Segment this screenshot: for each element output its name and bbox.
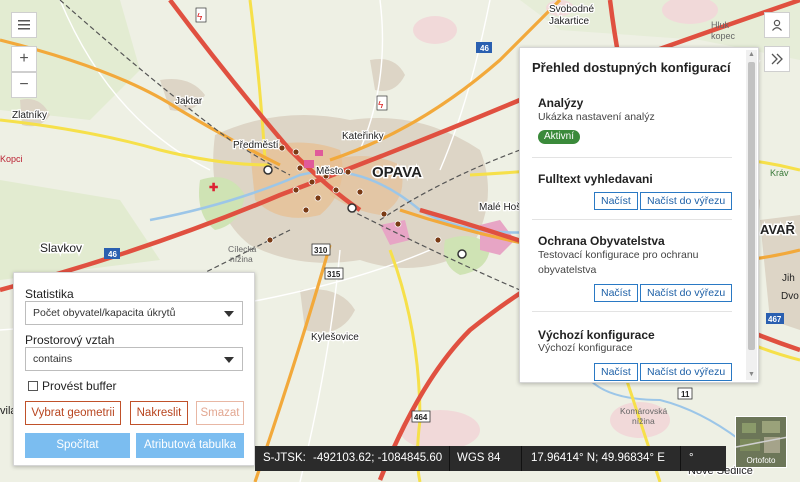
label-male-hoste: Malé Hoš bbox=[479, 202, 521, 213]
configuration-panel-title: Přehled dostupných konfigurací bbox=[532, 60, 731, 75]
collapse-panel-button[interactable] bbox=[764, 46, 790, 72]
route-464-label: 464 bbox=[414, 413, 428, 422]
prostorovy-vztah-select[interactable]: contains bbox=[25, 347, 243, 371]
sjtsk-label: S-JTSK: bbox=[263, 452, 306, 464]
zoom-in-button[interactable]: + bbox=[11, 46, 37, 72]
chevron-down-icon bbox=[224, 311, 234, 317]
route-11-label: 11 bbox=[681, 390, 690, 399]
label-kylesovice: Kylešovice bbox=[311, 332, 359, 343]
config-item-fulltext[interactable]: Fulltext vyhledavani Načíst Načíst do vý… bbox=[532, 166, 733, 220]
wgs84-label[interactable]: WGS 84 bbox=[457, 446, 500, 471]
label-jaktar: Jaktar bbox=[175, 96, 203, 107]
user-icon bbox=[772, 19, 782, 31]
configuration-list[interactable]: Analýzy Ukázka nastavení analýz Aktivní … bbox=[520, 86, 745, 382]
config-item-title: Ochrana Obyvatelstva bbox=[538, 234, 665, 248]
route-46-label: 46 bbox=[480, 44, 489, 53]
route-46b-label: 46 bbox=[108, 250, 117, 259]
scroll-up-arrow-icon[interactable]: ▲ bbox=[746, 50, 757, 60]
load-extent-button[interactable]: Načíst do výřezu bbox=[640, 192, 733, 210]
route-467-label: 467 bbox=[768, 315, 782, 324]
svg-text:✚: ✚ bbox=[209, 182, 218, 194]
label-zlatniky: Zlatníky bbox=[12, 110, 47, 121]
label-avar: AVAŘ bbox=[760, 222, 796, 237]
active-badge: Aktivní bbox=[538, 130, 581, 144]
hamburger-icon bbox=[18, 20, 30, 30]
coordinate-format-degree[interactable]: ° bbox=[689, 446, 694, 471]
label-mesto: Město bbox=[316, 166, 344, 177]
svg-text:ϟ: ϟ bbox=[197, 12, 203, 23]
analysis-panel: Statistika Počet obyvatel/kapacita úkryt… bbox=[13, 272, 255, 466]
label-cilecka: Cílecká bbox=[228, 244, 257, 254]
label-slavkov: Slavkov bbox=[40, 241, 82, 255]
load-extent-button[interactable]: Načíst do výřezu bbox=[640, 363, 733, 381]
label-jakartice: Jakartice bbox=[549, 16, 589, 27]
draw-button[interactable]: Nakreslit bbox=[130, 401, 188, 425]
prostorovy-vztah-value: contains bbox=[33, 353, 73, 365]
scrollbar-thumb[interactable] bbox=[748, 62, 755, 350]
config-item-vychozi[interactable]: Výchozí konfigurace Výchozí konfigurace … bbox=[532, 320, 733, 382]
config-item-analyzy[interactable]: Analýzy Ukázka nastavení analýz Aktivní bbox=[532, 86, 732, 158]
config-item-title: Výchozí konfigurace bbox=[538, 328, 655, 342]
prostorovy-vztah-label: Prostorový vztah bbox=[25, 333, 115, 347]
label-kopec: kopec bbox=[711, 31, 736, 41]
label-hluk: Hluk bbox=[711, 20, 730, 30]
label-svobodna: Svobodné bbox=[549, 4, 594, 15]
ortofoto-label: Ortofoto bbox=[746, 456, 776, 465]
label-jih: Jih bbox=[782, 273, 795, 284]
load-button[interactable]: Načíst bbox=[594, 192, 638, 210]
zoom-out-button[interactable]: − bbox=[11, 72, 37, 98]
config-item-ochrana[interactable]: Ochrana Obyvatelstva Testovací konfigura… bbox=[532, 228, 733, 312]
buffer-label: Provést buffer bbox=[42, 379, 117, 393]
configuration-scrollbar[interactable]: ▲ ▼ bbox=[746, 50, 757, 380]
basemap-toggle-ortofoto[interactable]: Ortofoto bbox=[735, 416, 787, 468]
label-kopci: Kopci bbox=[0, 154, 23, 164]
buffer-checkbox[interactable] bbox=[28, 381, 38, 391]
select-geometry-button[interactable]: Vybrat geometrii bbox=[25, 401, 121, 425]
compute-button[interactable]: Spočítat bbox=[25, 433, 130, 458]
attribute-table-button[interactable]: Atributová tabulka bbox=[136, 433, 244, 458]
user-button[interactable] bbox=[764, 12, 790, 38]
config-item-description: Ukázka nastavení analýz bbox=[538, 111, 655, 123]
configuration-panel: Přehled dostupných konfigurací Analýzy U… bbox=[519, 47, 759, 383]
city-label-opava: OPAVA bbox=[372, 164, 422, 181]
label-nizina: nížina bbox=[632, 416, 655, 426]
label-nizina-2: nížina bbox=[230, 254, 253, 264]
svg-text:ϟ: ϟ bbox=[378, 100, 384, 111]
label-predmesti: Předměstí bbox=[233, 140, 279, 151]
route-310-label: 310 bbox=[314, 246, 328, 255]
clear-button[interactable]: Smazat bbox=[196, 401, 244, 425]
label-komarovska: Komárovská bbox=[620, 406, 668, 416]
config-item-description: Výchozí konfigurace bbox=[538, 342, 633, 354]
sjtsk-value: -492103.62; -1084845.60 bbox=[313, 452, 443, 464]
coordinates-bar: S-JTSK: -492103.62; -1084845.60 WGS 84 1… bbox=[255, 446, 726, 471]
statistika-label: Statistika bbox=[25, 287, 74, 301]
label-katerinky: Kateřinky bbox=[342, 131, 384, 142]
label-krav: Kráv bbox=[770, 168, 789, 178]
route-315-label: 315 bbox=[327, 270, 341, 279]
wgs84-value: 17.96414° N; 49.96834° E bbox=[531, 452, 665, 464]
config-item-title: Fulltext vyhledavani bbox=[538, 172, 653, 186]
load-button[interactable]: Načíst bbox=[594, 363, 638, 381]
double-chevron-right-icon bbox=[771, 53, 783, 65]
menu-button[interactable] bbox=[11, 12, 37, 38]
label-dvo: Dvo bbox=[781, 291, 799, 302]
config-item-title: Analýzy bbox=[538, 96, 584, 110]
load-extent-button[interactable]: Načíst do výřezu bbox=[640, 284, 733, 302]
statistika-select[interactable]: Počet obyvatel/kapacita úkrytů bbox=[25, 301, 243, 325]
load-button[interactable]: Načíst bbox=[594, 284, 638, 302]
chevron-down-icon bbox=[224, 357, 234, 363]
scroll-down-arrow-icon[interactable]: ▼ bbox=[746, 370, 757, 380]
config-item-description: Testovací konfigurace pro ochranu obyvat… bbox=[538, 249, 699, 276]
statistika-value: Počet obyvatel/kapacita úkrytů bbox=[33, 307, 176, 319]
